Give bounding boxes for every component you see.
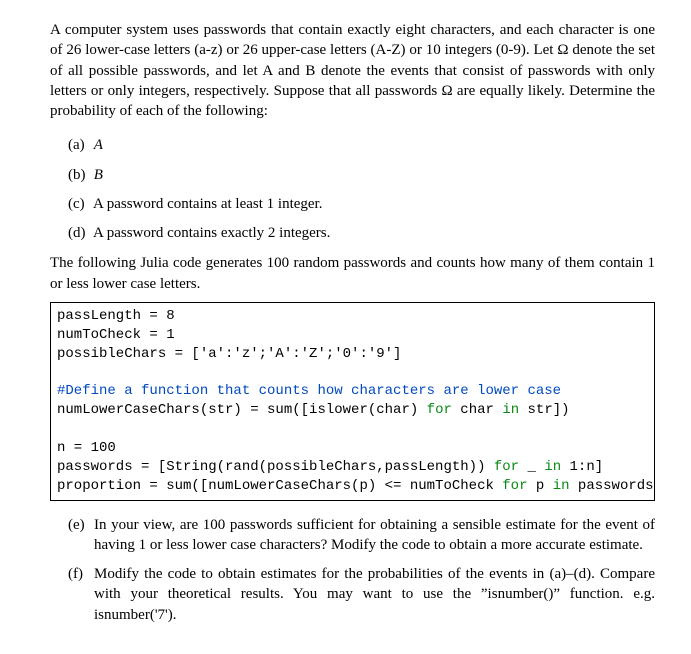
code-line: n = 100 xyxy=(57,440,116,456)
parts-list-2: (e) In your view, are 100 passwords suffi… xyxy=(50,515,655,625)
code-comment: #Define a function that counts how chara… xyxy=(57,383,561,399)
code-line: passLength = 8 xyxy=(57,308,175,324)
part-c: (c) A password contains at least 1 integ… xyxy=(68,194,655,214)
part-label: (b) xyxy=(68,165,90,185)
part-f: (f) Modify the code to obtain estimates f… xyxy=(68,564,655,625)
problem-intro: A computer system uses passwords that co… xyxy=(50,20,655,121)
part-label: (f) xyxy=(68,564,83,584)
code-line: _ xyxy=(519,459,544,475)
code-line: proportion = sum([numLowerCaseChars(p) <… xyxy=(57,478,502,494)
part-label: (a) xyxy=(68,135,90,155)
code-line: numToCheck = 1 xyxy=(57,327,175,343)
parts-list-1: (a) A (b) B (c) A password contains at l… xyxy=(50,135,655,243)
keyword-in: in xyxy=(553,478,570,494)
part-text: B xyxy=(94,167,103,183)
part-label: (c) xyxy=(68,194,90,214)
part-d: (d) A password contains exactly 2 intege… xyxy=(68,223,655,243)
code-description: The following Julia code generates 100 r… xyxy=(50,253,655,294)
code-line: possibleChars = ['a':'z';'A':'Z';'0':'9'… xyxy=(57,346,401,362)
keyword-for: for xyxy=(494,459,519,475)
keyword-for: for xyxy=(427,402,452,418)
part-text: A xyxy=(94,137,103,153)
part-text: Modify the code to obtain estimates for … xyxy=(94,566,655,623)
code-block: passLength = 8 numToCheck = 1 possibleCh… xyxy=(50,302,655,501)
code-line: str]) xyxy=(519,402,569,418)
keyword-for: for xyxy=(502,478,527,494)
part-text: A password contains exactly 2 integers. xyxy=(93,225,330,241)
keyword-in: in xyxy=(502,402,519,418)
part-a: (a) A xyxy=(68,135,655,155)
part-label: (e) xyxy=(68,515,85,535)
code-line: passwords])/n xyxy=(570,478,655,494)
part-e: (e) In your view, are 100 passwords suffi… xyxy=(68,515,655,556)
part-label: (d) xyxy=(68,223,90,243)
keyword-in: in xyxy=(544,459,561,475)
part-b: (b) B xyxy=(68,165,655,185)
part-text: A password contains at least 1 integer. xyxy=(93,196,323,212)
code-line: passwords = [String(rand(possibleChars,p… xyxy=(57,459,494,475)
code-line: 1:n] xyxy=(561,459,603,475)
code-line: p xyxy=(528,478,553,494)
code-line: char xyxy=(452,402,502,418)
part-text: In your view, are 100 passwords sufficie… xyxy=(94,517,655,553)
code-line: numLowerCaseChars(str) = sum([islower(ch… xyxy=(57,402,427,418)
